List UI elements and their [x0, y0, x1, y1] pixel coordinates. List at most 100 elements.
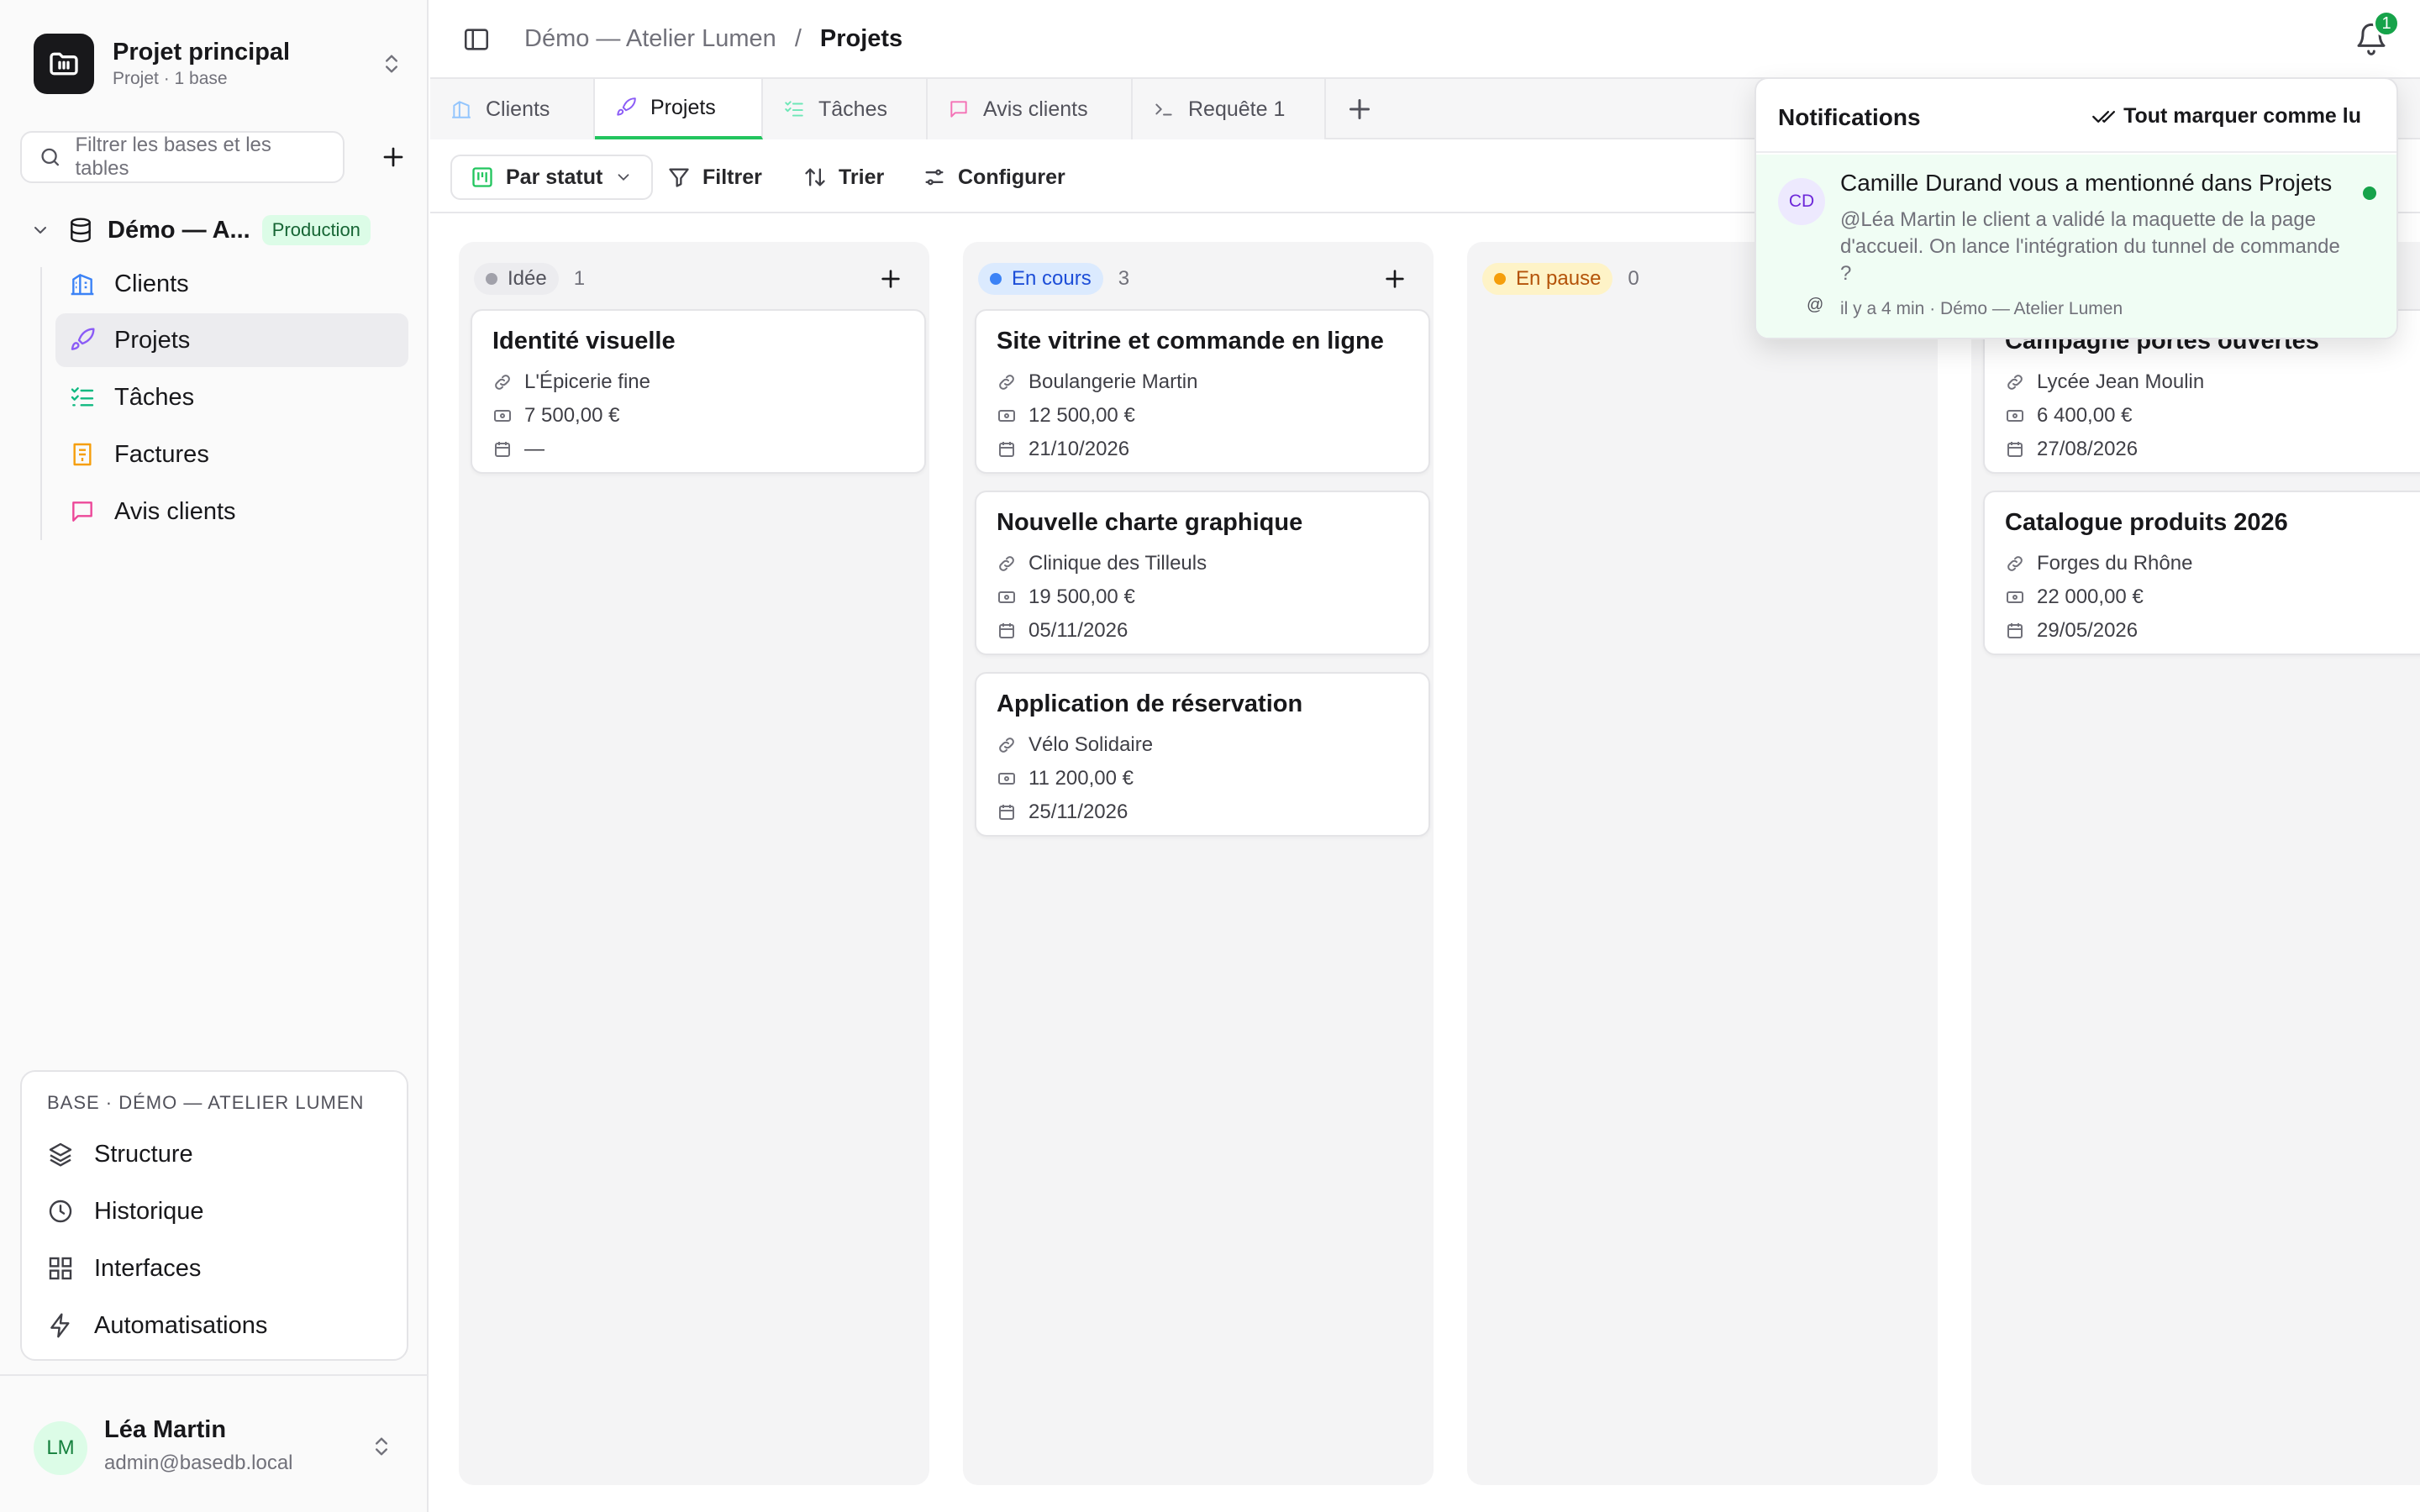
base-item-automatisations[interactable]: Automatisations — [47, 1302, 267, 1349]
filter-icon — [669, 168, 689, 187]
kanban-column-en-cours: En cours 3 Site vitrine et commande en l… — [963, 242, 1434, 1485]
layers-icon — [49, 1142, 72, 1167]
user-name: Léa Martin — [104, 1416, 227, 1443]
filter-placeholder: Filtrer les bases et les tables — [75, 134, 271, 180]
kanban-card[interactable]: Catalogue produits 2026 Forges du Rhône … — [1983, 491, 2420, 655]
chevrons-updown-icon — [376, 1437, 387, 1456]
tab-requete-1[interactable]: Requête 1 — [1133, 79, 1326, 139]
tab-taches[interactable]: Tâches — [763, 79, 928, 139]
column-count: 3 — [1118, 267, 1130, 290]
base-item-structure[interactable]: Structure — [47, 1131, 193, 1178]
configure-label: Configurer — [958, 165, 1065, 189]
user-email: admin@basedb.local — [104, 1452, 293, 1474]
sidebar-item-label: Avis clients — [114, 497, 236, 525]
sidebar-item-label: Factures — [114, 440, 209, 468]
rocket-icon — [71, 328, 95, 350]
kanban-card[interactable]: Nouvelle charte graphique Clinique des T… — [975, 491, 1430, 655]
kanban-card[interactable]: Site vitrine et commande en ligne Boulan… — [975, 309, 1430, 474]
tree-guide-line — [40, 267, 42, 540]
add-tab-icon[interactable] — [1344, 94, 1375, 124]
status-label: En cours — [1012, 267, 1092, 290]
notification-meta: il y a 4 min · Démo — Atelier Lumen — [1840, 299, 2123, 318]
check-check-icon — [2092, 110, 2116, 123]
card-date: 05/11/2026 — [1028, 619, 1128, 642]
breadcrumb-parent[interactable]: Démo — Atelier Lumen — [524, 25, 776, 53]
notifications-title: Notifications — [1778, 104, 1921, 130]
calendar-icon — [999, 623, 1014, 638]
status-badge: En cours — [978, 263, 1103, 295]
banknote-icon — [998, 591, 1015, 603]
notification-title: Camille Durand vous a mentionné dans Pro… — [1840, 170, 2333, 196]
environment-badge: Production — [261, 215, 371, 245]
base-menu-card: BASE · DÉMO — ATELIER LUMEN Structure Hi… — [20, 1070, 408, 1361]
layout-grid-icon — [49, 1257, 72, 1280]
card-date: 29/05/2026 — [2037, 619, 2139, 642]
user-menu[interactable]: LM Léa Martin admin@basedb.local — [0, 1374, 429, 1512]
sidebar-item-label: Clients — [114, 270, 189, 297]
base-tree-item[interactable]: Démo — A... Production — [30, 210, 408, 250]
notification-body: @Léa Martin le client a validé la maquet… — [1840, 208, 2340, 285]
card-amount: 11 200,00 € — [1028, 767, 1134, 790]
filter-label: Filtrer — [702, 165, 762, 189]
invoice-icon — [73, 443, 92, 466]
kanban-card[interactable]: Application de réservation Vélo Solidair… — [975, 672, 1430, 837]
chevrons-updown-icon — [386, 55, 397, 73]
sidebar-item-factures[interactable]: Factures — [55, 428, 408, 481]
sidebar-toggle-icon[interactable] — [462, 25, 491, 54]
add-card-icon[interactable] — [1381, 265, 1408, 292]
base-item-historique[interactable]: Historique — [47, 1188, 204, 1235]
kanban-column-idee: Idée 1 Identité visuelle L'Épicerie fine… — [459, 242, 929, 1485]
project-switcher[interactable]: Projet principal Projet · 1 base — [34, 32, 403, 96]
top-header: Démo — Atelier Lumen / Projets 1 — [430, 0, 2420, 79]
sort-button[interactable]: Trier — [803, 155, 884, 200]
notification-item[interactable]: CD @ Camille Durand vous a mentionné dan… — [1756, 155, 2396, 338]
chevron-down-icon[interactable] — [30, 220, 50, 240]
card-date: 27/08/2026 — [2037, 438, 2139, 460]
banknote-icon — [998, 410, 1015, 422]
sidebar-item-taches[interactable]: Tâches — [55, 370, 408, 424]
banknote-icon — [2007, 410, 2023, 422]
kanban-card[interactable]: Identité visuelle L'Épicerie fine 7 500,… — [471, 309, 926, 474]
card-title: Application de réservation — [997, 690, 1303, 717]
column-count: 1 — [573, 267, 586, 290]
calendar-icon — [2007, 442, 2023, 457]
sidebar-item-label: Tâches — [114, 383, 195, 411]
add-card-icon[interactable] — [877, 265, 904, 292]
project-subtitle: Projet · 1 base — [113, 69, 228, 88]
kanban-icon — [472, 167, 492, 187]
link-icon — [2007, 556, 2023, 571]
add-base-button[interactable] — [376, 140, 410, 174]
kanban-board: Idée 1 Identité visuelle L'Épicerie fine… — [430, 215, 2420, 1512]
status-dot — [486, 273, 497, 285]
status-badge: En pause — [1482, 263, 1613, 295]
banknote-icon — [998, 773, 1015, 785]
card-client: Lycée Jean Moulin — [2037, 370, 2205, 393]
filter-button[interactable]: Filtrer — [667, 155, 762, 200]
sidebar-item-projets[interactable]: Projets — [55, 313, 408, 367]
mark-all-read-button[interactable]: Tout marquer comme lu — [2091, 104, 2361, 129]
database-icon — [71, 218, 91, 243]
link-icon — [999, 375, 1014, 390]
tab-clients[interactable]: Clients — [430, 79, 595, 139]
filter-bases-input[interactable]: Filtrer les bases et les tables — [20, 131, 345, 183]
tab-projets[interactable]: Projets — [595, 79, 763, 139]
status-dot — [1494, 273, 1506, 285]
kanban-column-4: Campagne portes ouvertes Lycée Jean Moul… — [1971, 242, 2420, 1485]
group-by-button[interactable]: Par statut — [450, 155, 654, 200]
breadcrumb: Démo — Atelier Lumen / Projets — [524, 25, 902, 53]
sliders-icon — [925, 169, 944, 186]
base-item-interfaces[interactable]: Interfaces — [47, 1245, 201, 1292]
avatar: LM — [34, 1421, 87, 1475]
tab-avis-clients[interactable]: Avis clients — [928, 79, 1133, 139]
card-title: Catalogue produits 2026 — [2005, 509, 2288, 536]
card-client: Boulangerie Martin — [1028, 370, 1198, 393]
card-client: Vélo Solidaire — [1028, 733, 1154, 756]
status-label: En pause — [1516, 267, 1602, 290]
card-amount: 7 500,00 € — [524, 404, 620, 427]
project-logo-icon — [34, 34, 94, 94]
sidebar-item-avis-clients[interactable]: Avis clients — [55, 485, 408, 538]
chevron-down-icon — [618, 174, 629, 181]
sidebar-item-clients[interactable]: Clients — [55, 257, 408, 311]
link-icon — [495, 375, 510, 390]
configure-button[interactable]: Configurer — [923, 155, 1065, 200]
